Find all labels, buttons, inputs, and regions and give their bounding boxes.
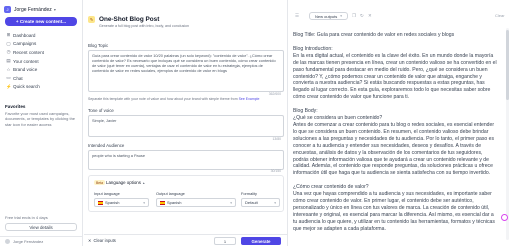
hint-text: Separate this template with your note of… (88, 97, 239, 101)
audience-label: Intended Audience (88, 143, 125, 148)
tone-counter: 13/80 (272, 137, 282, 141)
new-outputs-dropdown[interactable]: New outputs ▾ (309, 12, 348, 20)
menu-icon[interactable]: ☰ (295, 13, 299, 19)
sidebar-item-label: Brand voice (13, 67, 38, 73)
user-menu[interactable]: J Jorge Fernández ▾ (4, 5, 56, 14)
footer-user-name: Jorge Fernández (13, 239, 44, 244)
language-options-toggle[interactable]: Language options ▴ (106, 180, 145, 185)
output-language-select[interactable]: Spanish ▾ (156, 198, 236, 207)
chevron-down-icon: ▾ (143, 200, 145, 205)
output-language-value: Spanish (167, 200, 182, 205)
trial-notice: Free trial ends in 4 days (5, 215, 48, 220)
sidebar-item-label: Quick search (13, 84, 40, 90)
copy-icon[interactable]: ❐ (352, 13, 356, 19)
audience-textarea[interactable]: people who is starting a Pause (88, 150, 284, 170)
output-scrollbar[interactable] (506, 28, 509, 240)
user-name: Jorge Fernández (14, 6, 52, 13)
blog-topic-textarea[interactable]: Guía para crear contenido de valor 10/20… (88, 50, 284, 92)
see-example-link[interactable]: See Example (239, 97, 260, 101)
sidebar-item-quick-search[interactable]: ⚡ Quick search (4, 83, 80, 92)
language-options-title: Language options (106, 180, 141, 185)
sidebar-item-label: Campaigns (13, 41, 37, 47)
campaigns-icon: ▢ (6, 40, 11, 46)
scrollbar-thumb[interactable] (506, 30, 509, 100)
favorites-description: Favorite your most used campaigns, docum… (5, 111, 76, 127)
delete-icon[interactable]: ✕ (368, 13, 372, 19)
chevron-up-icon: ▴ (142, 181, 145, 185)
form-action-bar: ✕ Clear inputs 1 Generate (84, 234, 288, 246)
output-toolbar: ☰ New outputs ▾ ❐ ↻ ✕ Clear (289, 12, 512, 22)
avatar (5, 239, 10, 244)
new-outputs-label: New outputs (315, 13, 338, 19)
chevron-down-icon: ▾ (53, 7, 56, 12)
output-panel: ☰ New outputs ▾ ❐ ↻ ✕ Clear Blog Title: G… (289, 0, 512, 246)
sidebar-item-your-content[interactable]: ▤ Your content (4, 57, 80, 66)
spain-flag-icon (160, 201, 165, 205)
sidebar: J Jorge Fernández ▾ + Create new content… (0, 0, 83, 246)
spain-flag-icon (98, 201, 103, 205)
avatar: J (4, 6, 11, 13)
output-quantity-input[interactable]: 1 (214, 237, 236, 245)
blog-post-icon: ✎ (88, 16, 95, 23)
input-language-select[interactable]: Spanish ▾ (94, 198, 149, 207)
brand-voice-icon: ☆ (6, 66, 11, 72)
formality-select[interactable]: Default ▾ (241, 198, 280, 207)
blog-section-paragraph: ¿Cómo crear contenido de valor? Una vez … (293, 184, 495, 232)
input-language-value: Spanish (105, 200, 120, 205)
template-form: ✎ One-Shot Blog Post Generate a full blo… (84, 0, 288, 246)
page-title: One-Shot Blog Post (99, 16, 160, 23)
view-details-button[interactable]: View details (5, 223, 77, 231)
tone-label: Tone of voice (88, 108, 114, 113)
formality-value: Default (245, 200, 258, 205)
sidebar-item-campaigns[interactable]: ▢ Campaigns (4, 40, 80, 49)
close-icon: ✕ (88, 238, 92, 243)
generate-button[interactable]: Generate (241, 237, 281, 245)
sidebar-item-label: Your content (13, 58, 39, 64)
sidebar-item-label: Chat (13, 75, 23, 81)
favorites-title: Favorites (5, 104, 26, 109)
recent-content-icon: ◷ (6, 49, 11, 55)
sidebar-item-brand-voice[interactable]: ☆ Brand voice (4, 65, 80, 74)
sidebar-nav: ⊞ Dashboard ▢ Campaigns ◷ Recent content… (4, 31, 80, 91)
sidebar-item-label: Recent content (13, 49, 44, 55)
blog-intro-paragraph: Blog Introduction: En la era digital act… (293, 45, 497, 101)
clear-inputs-label: Clear inputs (93, 238, 116, 243)
chevron-down-icon: ▾ (340, 14, 342, 18)
chevron-down-icon: ▾ (230, 200, 232, 205)
clear-output-link[interactable]: Clear (495, 13, 505, 18)
input-language-label: Input language (94, 191, 120, 196)
blog-title-paragraph: Blog Title: Guía para crear contenido de… (293, 32, 455, 38)
formality-label: Formality (241, 191, 257, 196)
sidebar-item-dashboard[interactable]: ⊞ Dashboard (4, 31, 80, 40)
assistant-fab-icon[interactable] (501, 214, 508, 221)
sidebar-item-chat[interactable]: ▭ Chat (4, 74, 80, 83)
tone-textarea[interactable]: Simple, Javier (88, 115, 284, 137)
sidebar-item-recent-content[interactable]: ◷ Recent content (4, 48, 80, 57)
generated-blog-post: Blog Title: Guía para crear contenido de… (293, 32, 498, 240)
blog-body-paragraph: Blog Body: ¿Qué se considera un buen con… (293, 108, 495, 177)
sidebar-footer[interactable]: Jorge Fernández (0, 236, 83, 246)
history-icon[interactable]: ↻ (360, 13, 364, 19)
quick-search-icon: ⚡ (6, 83, 12, 89)
audience-counter: 30/150 (270, 169, 281, 173)
output-language-label: Output language (156, 191, 185, 196)
clear-inputs-button[interactable]: ✕ Clear inputs (88, 238, 116, 243)
create-content-button[interactable]: + Create new content... (5, 17, 77, 26)
field-hint: Separate this template with your note of… (88, 97, 259, 101)
blog-topic-counter: 362/600 (268, 92, 281, 96)
dashboard-icon: ⊞ (6, 32, 11, 38)
sidebar-item-label: Dashboard (13, 32, 36, 38)
beta-badge: Beta (94, 180, 105, 185)
language-options: Beta Language options ▴ Input language Sp… (88, 175, 284, 212)
chat-icon: ▭ (6, 75, 11, 81)
your-content-icon: ▤ (6, 58, 11, 64)
blog-topic-label: Blog Topic (88, 43, 109, 48)
page-subtitle: Generate a full blog post with intro, bo… (99, 24, 190, 28)
chevron-down-icon: ▾ (274, 200, 276, 205)
